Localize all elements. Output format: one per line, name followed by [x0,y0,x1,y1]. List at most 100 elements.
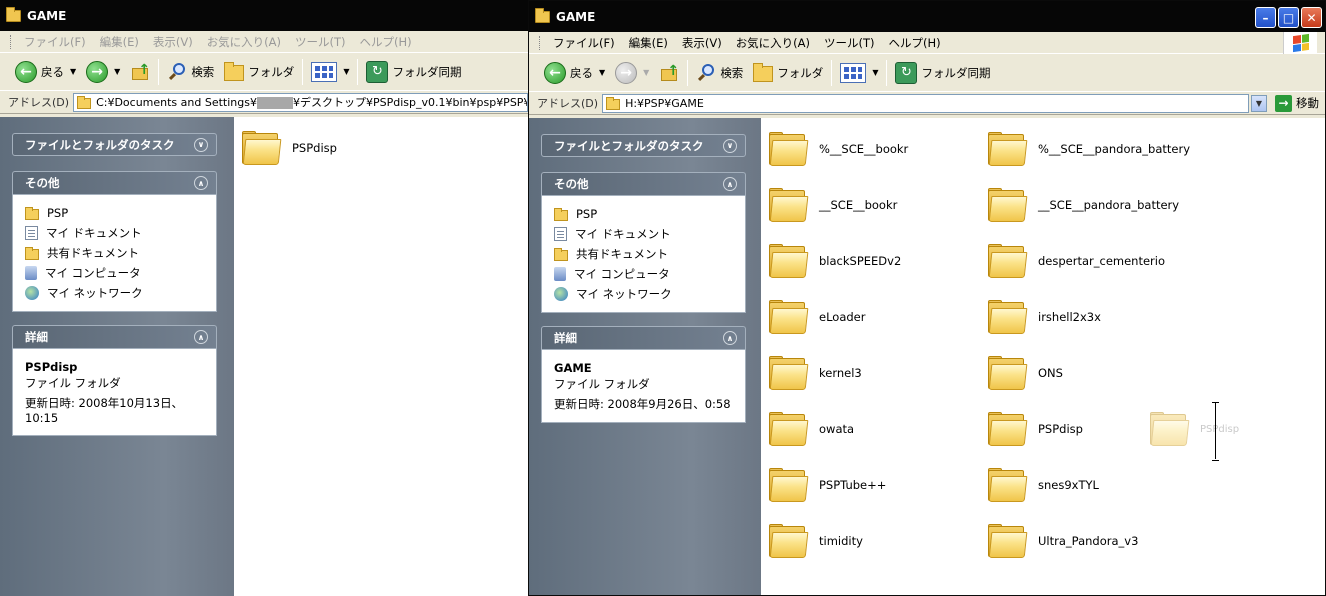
menu-view[interactable]: 表示(V) [146,34,200,50]
link-my-computer[interactable]: マイ コンピュータ [25,263,204,283]
folder-icon [769,356,809,390]
title-bar[interactable]: GAME – □ ✕ [529,1,1325,32]
dropdown-arrow-icon[interactable]: ▼ [114,67,120,76]
menu-tools[interactable]: ツール(T) [817,35,882,51]
link-my-network[interactable]: マイ ネットワーク [25,283,204,303]
views-button[interactable]: ▼ [306,57,354,87]
toolbar-grip[interactable] [539,35,542,50]
folder-item[interactable]: owata [769,412,854,446]
folder-item[interactable]: PSPdisp [988,412,1083,446]
search-button[interactable]: 検索 [162,57,219,87]
folder-icon [769,524,809,558]
menu-bar: ファイル(F) 編集(E) 表示(V) お気に入り(A) ツール(T) ヘルプ(… [0,31,528,53]
panel-header[interactable]: 詳細 ∧ [12,325,217,348]
menu-bar: ファイル(F) 編集(E) 表示(V) お気に入り(A) ツール(T) ヘルプ(… [529,32,1325,54]
search-button[interactable]: 検索 [691,58,748,88]
window-title: GAME [27,8,67,23]
folder-icon [554,247,568,261]
collapse-chevron-icon[interactable]: ∧ [723,177,737,191]
go-button[interactable]: → 移動 [1269,94,1325,112]
link-my-documents[interactable]: マイ ドキュメント [554,224,733,244]
menu-edit[interactable]: 編集(E) [93,34,146,50]
title-bar[interactable]: GAME [0,0,528,31]
back-button[interactable]: ← 戻る ▼ [10,57,81,87]
address-label: アドレス(D) [8,96,70,109]
folder-icon [6,6,21,22]
computer-icon [25,266,37,280]
other-places-panel: その他 ∧ PSP マイ ドキュメント 共有ドキュメント マイ コンピュータ マ… [541,172,746,313]
link-psp[interactable]: PSP [554,204,733,224]
address-dropdown-button[interactable]: ▼ [1251,94,1267,112]
menu-edit[interactable]: 編集(E) [622,35,675,51]
expand-chevron-icon[interactable]: ∨ [723,138,737,153]
computer-icon [554,267,566,281]
folder-item[interactable]: kernel3 [769,356,862,390]
folder-item[interactable]: snes9xTYL [988,468,1099,502]
folder-up-icon: ↑ [659,63,679,83]
link-psp[interactable]: PSP [25,203,204,223]
folder-item[interactable]: __SCE__bookr [769,188,897,222]
close-button[interactable]: ✕ [1301,7,1322,28]
folder-item[interactable]: __SCE__pandora_battery [988,188,1179,222]
folder-item[interactable]: %__SCE__pandora_battery [988,132,1190,166]
explorer-window-left: GAME ファイル(F) 編集(E) 表示(V) お気に入り(A) ツール(T)… [0,0,528,596]
views-button[interactable]: ▼ [835,58,883,88]
folder-item[interactable]: eLoader [769,300,865,334]
dropdown-arrow-icon[interactable]: ▼ [343,67,349,76]
address-input[interactable]: C:¥Documents and Settings¥ ¥デスクトップ¥PSPdis… [73,92,528,112]
menu-favorites[interactable]: お気に入り(A) [729,35,817,51]
explorer-content: ファイルとフォルダのタスク ∨ その他 ∧ PSP マイ ドキュメント 共有ドキ… [0,117,528,596]
address-input[interactable]: H:¥PSP¥GAME [602,93,1249,113]
folder-item[interactable]: blackSPEEDv2 [769,244,901,278]
address-bar: アドレス(D) C:¥Documents and Settings¥ ¥デスクトッ… [0,91,528,114]
panel-body: GAME ファイル フォルダ 更新日時: 2008年9月26日、0:58 [541,349,746,423]
collapse-chevron-icon[interactable]: ∧ [194,176,208,190]
folder-icon [554,207,568,221]
menu-favorites[interactable]: お気に入り(A) [200,34,288,50]
link-shared-documents[interactable]: 共有ドキュメント [554,244,733,264]
detail-modified: 更新日時: 2008年10月13日、10:15 [25,396,184,425]
folder-item[interactable]: Ultra_Pandora_v3 [988,524,1138,558]
panel-header[interactable]: その他 ∧ [12,171,217,194]
back-button[interactable]: ← 戻る ▼ [539,58,610,88]
link-shared-documents[interactable]: 共有ドキュメント [25,243,204,263]
maximize-button[interactable]: □ [1278,7,1299,28]
dropdown-arrow-icon[interactable]: ▼ [70,67,76,76]
collapse-chevron-icon[interactable]: ∧ [723,331,737,345]
folder-item[interactable]: PSPTube++ [769,468,886,502]
folder-sync-button[interactable]: ↻ フォルダ同期 [361,57,466,87]
menu-file[interactable]: ファイル(F) [17,34,93,50]
up-button[interactable]: ↑ [654,58,684,88]
folder-item[interactable]: ONS [988,356,1063,390]
folder-item[interactable]: PSPdisp [242,131,337,165]
up-button[interactable]: ↑ [125,57,155,87]
expand-chevron-icon[interactable]: ∨ [194,137,208,152]
panel-header[interactable]: ファイルとフォルダのタスク ∨ [12,133,217,156]
menu-help[interactable]: ヘルプ(H) [882,35,948,51]
collapse-chevron-icon[interactable]: ∧ [194,330,208,344]
minimize-button[interactable]: – [1255,7,1276,28]
windows-logo-icon [1283,32,1317,54]
menu-file[interactable]: ファイル(F) [546,35,622,51]
link-my-network[interactable]: マイ ネットワーク [554,284,733,304]
forward-button[interactable]: → ▼ [81,57,125,87]
folder-item[interactable]: timidity [769,524,863,558]
panel-header[interactable]: 詳細 ∧ [541,326,746,349]
dropdown-arrow-icon[interactable]: ▼ [599,68,605,77]
window-title: GAME [556,9,596,24]
menu-help[interactable]: ヘルプ(H) [353,34,419,50]
folder-sync-button[interactable]: ↻ フォルダ同期 [890,58,995,88]
folders-button[interactable]: フォルダ [748,58,828,88]
folder-item[interactable]: %__SCE__bookr [769,132,908,166]
menu-view[interactable]: 表示(V) [675,35,729,51]
toolbar-grip[interactable] [10,34,13,49]
folder-item[interactable]: irshell2x3x [988,300,1101,334]
link-my-documents[interactable]: マイ ドキュメント [25,223,204,243]
panel-header[interactable]: その他 ∧ [541,172,746,195]
folder-item[interactable]: despertar_cementerio [988,244,1165,278]
dropdown-arrow-icon[interactable]: ▼ [872,68,878,77]
folders-button[interactable]: フォルダ [219,57,299,87]
panel-header[interactable]: ファイルとフォルダのタスク ∨ [541,134,746,157]
link-my-computer[interactable]: マイ コンピュータ [554,264,733,284]
menu-tools[interactable]: ツール(T) [288,34,353,50]
